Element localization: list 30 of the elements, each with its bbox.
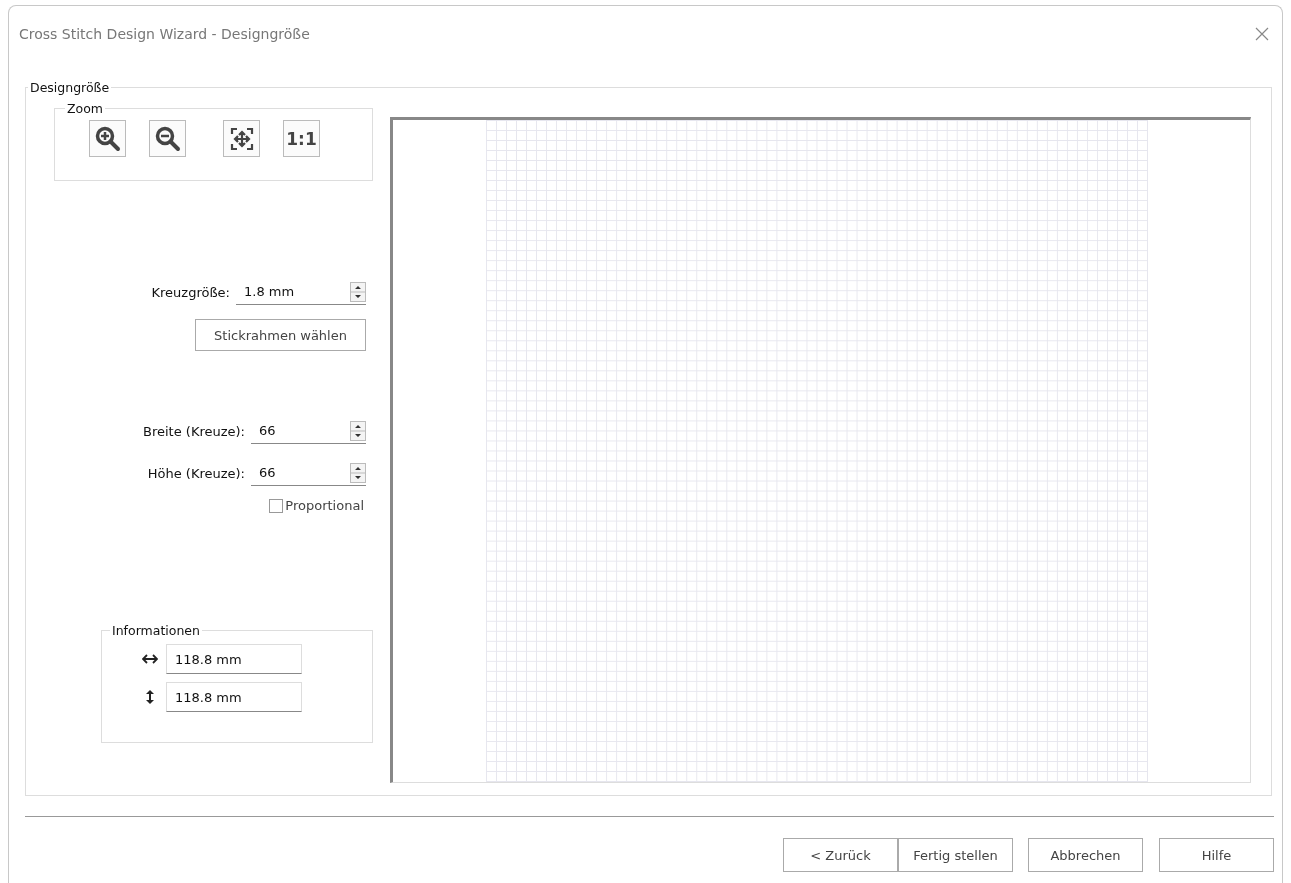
field-label: Breite (Kreuze): [143, 423, 245, 439]
width-field[interactable]: 66 [251, 418, 366, 444]
horizontal-arrow-icon [142, 654, 158, 664]
dimension-field: 118.8 mm [166, 644, 302, 674]
fit-button[interactable] [223, 120, 260, 157]
group-title: Zoom [66, 101, 105, 116]
actual-size-button[interactable]: 1:1 [283, 120, 320, 157]
fit-icon [229, 126, 254, 151]
zoom-in-icon [94, 125, 121, 152]
group-title: Designgröße [29, 80, 111, 95]
height-field[interactable]: 66 [251, 460, 366, 486]
dialog-button[interactable]: Fertig stellen [898, 838, 1013, 872]
dimension-field: 118.8 mm [166, 682, 302, 712]
dialog-button[interactable]: Hilfe [1159, 838, 1274, 872]
proportional-checkbox[interactable]: Proportional [269, 498, 364, 513]
zoom-in-button[interactable] [89, 120, 126, 157]
spin-arrows-icon[interactable] [350, 281, 366, 302]
field-label: Kreuzgröße: [151, 284, 230, 300]
field-label: Höhe (Kreuze): [147, 465, 245, 481]
zoom-out-icon [154, 125, 181, 152]
close-button[interactable] [1254, 26, 1270, 42]
dialog-button[interactable]: Abbrechen [1028, 838, 1143, 872]
window-title: Cross Stitch Design Wizard - Designgröße [19, 26, 310, 42]
stitch-size-field[interactable]: 1.8 mm [236, 279, 366, 305]
spin-arrows-icon[interactable] [350, 462, 366, 483]
hoop-button[interactable]: Stickrahmen wählen [195, 319, 366, 351]
zoom-out-button[interactable] [149, 120, 186, 157]
dialog-button[interactable]: < Zurück [783, 838, 898, 872]
spin-arrows-icon[interactable] [350, 420, 366, 441]
group-title: Informationen [111, 623, 201, 638]
